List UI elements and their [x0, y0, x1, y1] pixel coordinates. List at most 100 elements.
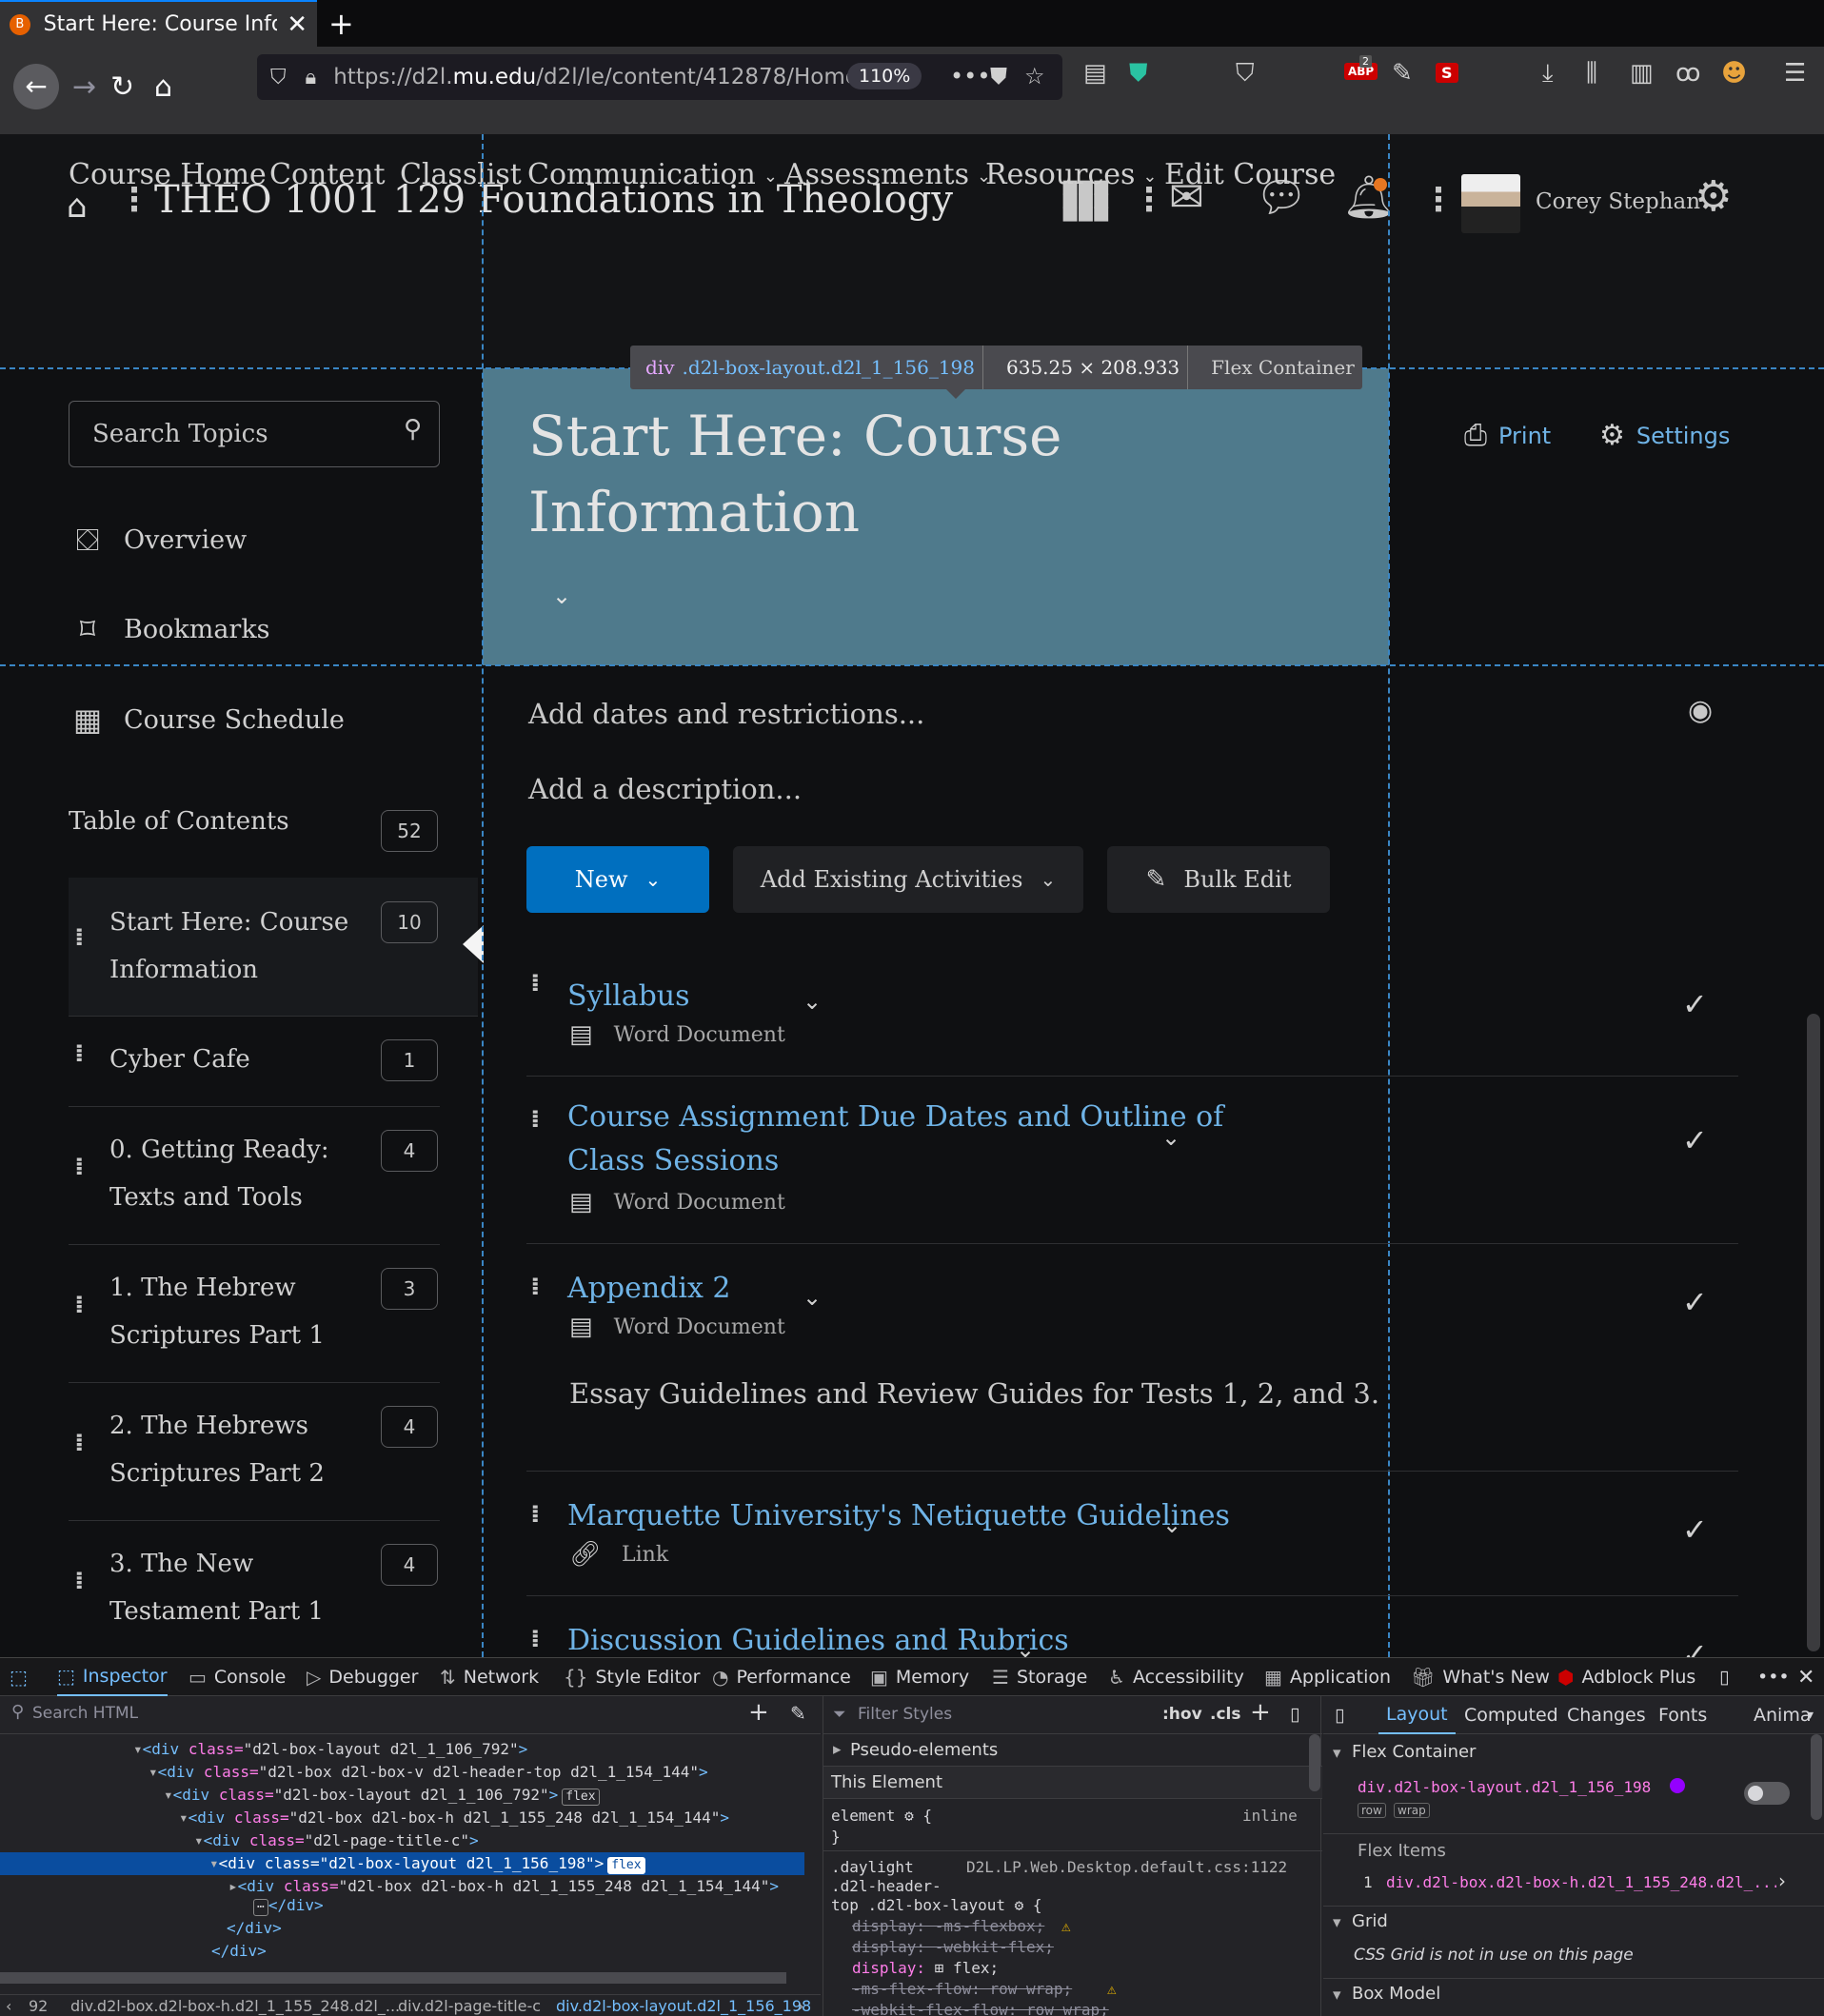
css-declaration-overridden[interactable]: -webkit-flex-flow: row wrap; [852, 2001, 1109, 2016]
cls-toggle[interactable]: .cls [1210, 1705, 1240, 1724]
tab-animations[interactable]: Anima [1754, 1696, 1811, 1734]
breadcrumb-item-selected[interactable]: div.d2l-box-layout.d2l_1_156_198 [556, 1997, 811, 2015]
css-declaration-overridden[interactable]: -ms-flex-flow: row wrap; [852, 1980, 1072, 1998]
flex-container-heading[interactable]: Flex Container [1352, 1742, 1476, 1762]
breadcrumb-item[interactable]: 92 [29, 1997, 48, 2015]
extension-s-icon[interactable]: S [1436, 63, 1458, 83]
tab-memory[interactable]: ▣ Memory [870, 1658, 969, 1696]
extension-glasses-icon[interactable]: ꝏ [1675, 59, 1700, 88]
rule-selector[interactable]: .d2l-header- [831, 1877, 942, 1895]
extension-icon[interactable]: ✎ [1392, 59, 1413, 88]
tab-console[interactable]: ▭ Console [188, 1658, 286, 1696]
markup-node-selected[interactable]: ▾<div class="d2l-box-layout d2l_1_156_19… [0, 1852, 804, 1875]
nav-communication[interactable]: Communication ⌄ [527, 158, 778, 191]
add-existing-activities-button[interactable]: Add Existing Activities ⌄ [733, 846, 1083, 913]
markup-node[interactable]: ▾<div class="d2l-box d2l-box-h d2l_1_155… [0, 1807, 804, 1829]
highlight-toggle[interactable] [1744, 1782, 1790, 1805]
chevron-down-icon[interactable]: ⌄ [1161, 1124, 1180, 1151]
expand-icon[interactable]: ▾ [1333, 1913, 1341, 1932]
rule-source-link[interactable]: D2L.LP.Web.Desktop.default.css:1122 [966, 1858, 1287, 1876]
reader-icon[interactable]: ▤ [1083, 59, 1107, 88]
browser-tab-active[interactable]: B Start Here: Course Inform ✕ [0, 0, 317, 47]
new-tab-button[interactable]: + [328, 6, 354, 42]
content-item[interactable]: ⁞⁞ Syllabus ⌄ ▤ Word Document ✓ [526, 940, 1738, 1077]
extension-shield-icon[interactable]: ⛉ [1236, 59, 1255, 89]
table-of-contents-heading[interactable]: Table of Contents [69, 807, 289, 836]
sidebar-item-course-schedule[interactable]: ▦ Course Schedule [69, 696, 345, 743]
flexbox-icon[interactable]: ⊞ [935, 1959, 944, 1977]
drag-handle-icon[interactable]: ⁞⁞ [74, 923, 84, 952]
chevron-down-icon[interactable]: ⌄ [803, 1284, 822, 1311]
bulk-edit-button[interactable]: ✎ Bulk Edit [1107, 846, 1330, 913]
drag-handle-icon[interactable]: ⁞⁞ [530, 1273, 540, 1301]
nav-course-home[interactable]: Course Home [69, 158, 267, 191]
css-declaration-overridden[interactable]: display: -webkit-flex; [852, 1938, 1054, 1956]
chevron-down-icon[interactable]: ⌄ [1162, 1512, 1181, 1538]
drag-handle-icon[interactable]: ⁞⁞ [530, 969, 540, 998]
element-rule[interactable]: element ⚙ { [831, 1807, 932, 1825]
tab-storage[interactable]: ☰ Storage [992, 1658, 1087, 1696]
toc-module-item[interactable]: ⁞⁞ 2. The Hebrews Scriptures Part 2 4 [69, 1383, 440, 1521]
new-button[interactable]: New ⌄ [526, 846, 709, 913]
page-scrollbar[interactable] [1807, 1014, 1820, 1651]
page-actions-icon[interactable]: ••• [950, 63, 990, 89]
nav-assessments[interactable]: Assessments ⌄ [784, 158, 991, 191]
tab-performance[interactable]: ◔ Performance [712, 1658, 851, 1696]
hov-toggle[interactable]: :hov [1162, 1705, 1202, 1724]
completion-check-icon[interactable]: ✓ [1682, 1122, 1708, 1158]
element-picker-icon[interactable]: ⬚ [10, 1658, 35, 1696]
user-name[interactable]: Corey Stephan [1536, 189, 1700, 214]
add-description-link[interactable]: Add a description... [528, 773, 802, 805]
nav-edit-course[interactable]: Edit Course [1164, 158, 1336, 191]
search-html-input[interactable]: Search HTML [32, 1704, 138, 1723]
tab-style-editor[interactable]: {} Style Editor [564, 1658, 700, 1696]
item-title-link[interactable]: Marquette University's Netiquette Guidel… [567, 1494, 1230, 1538]
markup-node[interactable]: ▾<div class="d2l-box-layout d2l_1_106_79… [0, 1784, 804, 1807]
completion-check-icon[interactable]: ✓ [1682, 1636, 1708, 1657]
markup-collapsed[interactable]: ⋯ </div> [0, 1894, 804, 1917]
content-item[interactable]: ⁞⁞ Appendix 2 ⌄ ▤ Word Document Essay Gui… [526, 1244, 1738, 1472]
close-devtools-icon[interactable]: ✕ [1797, 1658, 1814, 1696]
shield-icon[interactable]: ⛉ [270, 66, 287, 89]
menu-icon[interactable]: ☰ [1784, 59, 1806, 88]
box-model-heading[interactable]: Box Model [1352, 1984, 1440, 2005]
zoom-level[interactable]: 110% [847, 63, 922, 89]
privacy-badger-icon[interactable]: ⛊ [1129, 59, 1148, 89]
sidebar-item-bookmarks[interactable]: ⌑ Bookmarks [69, 605, 270, 653]
content-item[interactable]: ⁞⁞ Marquette University's Netiquette Gui… [526, 1472, 1738, 1596]
tab-accessibility[interactable]: ♿︎ Accessibility [1108, 1658, 1244, 1696]
eyedropper-icon[interactable]: ✎ [790, 1702, 806, 1725]
avatar[interactable] [1461, 174, 1520, 233]
close-tab-icon[interactable]: ✕ [287, 10, 307, 39]
tab-network[interactable]: ⇅ Network [440, 1658, 539, 1696]
layout-scrollbar[interactable] [1811, 1734, 1822, 1820]
styles-scrollbar[interactable] [1309, 1734, 1320, 1791]
expand-icon[interactable]: ▾ [1333, 1986, 1341, 2005]
sidebar-icon[interactable]: ▥ [1630, 59, 1654, 88]
extension-fox-icon[interactable]: ☻ [1721, 59, 1747, 88]
drag-handle-icon[interactable]: ⁞⁞ [74, 1567, 84, 1595]
markup-node[interactable]: ▾<div class="d2l-page-title-c"> [0, 1829, 804, 1852]
toc-module-item[interactable]: ⁞⁞ Cyber Cafe 1 [69, 1017, 440, 1107]
tab-computed[interactable]: Computed [1464, 1696, 1558, 1734]
forward-button[interactable]: → [72, 73, 96, 102]
item-title-link[interactable]: Syllabus [567, 975, 690, 1018]
highlighter-color-swatch[interactable] [1670, 1778, 1685, 1793]
flex-badge[interactable]: flex [607, 1857, 645, 1874]
item-title-link[interactable]: Course Assignment Due Dates and Outline … [567, 1096, 1223, 1183]
drag-handle-icon[interactable]: ⁞⁞ [74, 1429, 84, 1457]
dock-toggle-icon[interactable]: ▯ [1719, 1658, 1729, 1696]
toc-module-item[interactable]: ⁞⁞ 0. Getting Ready: Texts and Tools 4 [69, 1107, 440, 1245]
reload-button[interactable]: ↻ [110, 73, 134, 102]
toc-module-item[interactable]: ⁞⁞ 1. The Hebrew Scriptures Part 1 3 [69, 1245, 440, 1383]
search-icon[interactable]: ⚲ [404, 415, 422, 444]
markup-hscrollbar[interactable] [0, 1972, 786, 1984]
add-rule-icon[interactable]: + [1250, 1698, 1271, 1727]
tab-whats-new[interactable]: 🎁︎ What's New [1411, 1658, 1550, 1696]
home-button[interactable]: ⌂ [154, 73, 172, 102]
rule-selector[interactable]: .daylight [831, 1858, 914, 1876]
drag-handle-icon[interactable]: ⁞⁞ [74, 1039, 84, 1068]
breadcrumb-right-icon[interactable]: › [798, 1997, 803, 2015]
flex-badge[interactable]: flex [562, 1789, 600, 1806]
url-text[interactable]: https://d2l.mu.edu/d2l/le/content/412878… [333, 65, 859, 89]
